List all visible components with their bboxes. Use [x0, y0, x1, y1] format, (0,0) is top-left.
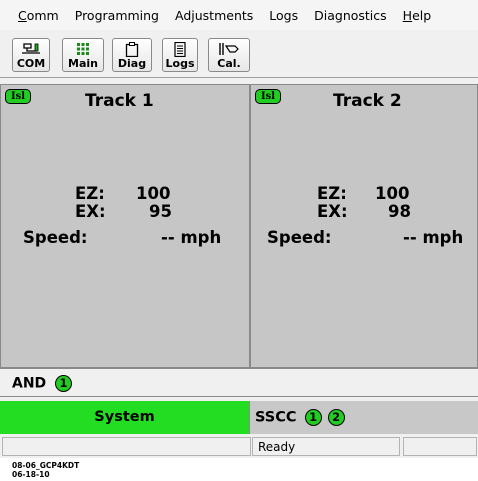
isl-badge: Isl — [5, 89, 31, 104]
com-icon — [13, 42, 49, 57]
logs-button[interactable]: Logs — [162, 38, 198, 72]
grid-icon — [63, 42, 103, 57]
speed-value: -- mph — [161, 228, 222, 247]
logs-button-label: Logs — [165, 57, 195, 70]
main-button-label: Main — [68, 57, 98, 70]
track-title: Track 1 — [85, 91, 154, 111]
ez-value: 100 — [136, 184, 171, 203]
system-label: System — [94, 409, 155, 425]
com-button-label: COM — [16, 57, 46, 70]
com-button[interactable]: COM — [12, 38, 50, 72]
status-text: Ready — [258, 440, 296, 454]
version-line: 08-06_GCP4KDT — [12, 461, 80, 470]
main-button[interactable]: Main — [62, 38, 104, 72]
menu-diagnostics[interactable]: Diagnostics — [306, 8, 395, 23]
track-1-panel[interactable]: Isl Track 1 EZ: 100 EX: 95 Speed: -- mph — [0, 84, 250, 368]
track-2-panel[interactable]: Isl Track 2 EZ: 100 EX: 98 Speed: -- mph — [250, 84, 478, 368]
calibration-icon — [209, 42, 249, 57]
status-bar: Ready — [0, 435, 478, 458]
menu-bar: Comm Programming Adjustments Logs Diagno… — [0, 0, 478, 30]
speed-label: Speed: — [267, 228, 332, 247]
status-pane — [403, 437, 477, 456]
status-pane — [2, 437, 251, 456]
clipboard-icon — [113, 42, 151, 57]
speed-label: Speed: — [23, 228, 88, 247]
menu-adjustments[interactable]: Adjustments — [167, 8, 261, 23]
ez-value: 100 — [375, 184, 410, 203]
menu-help[interactable]: Help — [395, 8, 440, 23]
and-indicator: 1 — [55, 375, 73, 392]
sscc-indicator: 2 — [327, 409, 345, 426]
status-pane: Ready — [252, 437, 400, 456]
speed-value: -- mph — [403, 228, 464, 247]
and-status-bar: AND 1 — [0, 368, 478, 397]
version-footer: 08-06_GCP4KDT 06-18-10 — [12, 461, 79, 479]
cal-button-label: Cal. — [217, 57, 241, 70]
cal-button[interactable]: Cal. — [208, 38, 250, 72]
ex-label: EX: — [317, 202, 348, 221]
log-document-icon — [163, 42, 197, 57]
system-status-box[interactable]: System — [0, 401, 250, 434]
sscc-indicator: 1 — [304, 409, 322, 426]
date-line: 06-18-10 — [12, 470, 50, 479]
diag-button[interactable]: Diag — [112, 38, 152, 72]
ez-label: EZ: — [317, 184, 347, 203]
ez-label: EZ: — [75, 184, 105, 203]
sscc-status-box[interactable]: SSCC 1 2 — [250, 401, 478, 434]
ex-value: 95 — [149, 202, 172, 221]
menu-comm[interactable]: Comm — [0, 8, 67, 23]
toolbar: COM Main Diag Logs Cal. — [0, 30, 478, 78]
gcp-application-window: Comm Programming Adjustments Logs Diagno… — [0, 0, 478, 458]
ex-value: 98 — [388, 202, 411, 221]
isl-badge: Isl — [255, 89, 281, 104]
and-label: AND 1 — [12, 375, 73, 392]
menu-logs[interactable]: Logs — [261, 8, 306, 23]
diag-button-label: Diag — [117, 57, 147, 70]
track-title: Track 2 — [333, 91, 402, 111]
sscc-label: SSCC 1 2 — [255, 409, 345, 426]
menu-programming[interactable]: Programming — [67, 8, 167, 23]
ex-label: EX: — [75, 202, 106, 221]
